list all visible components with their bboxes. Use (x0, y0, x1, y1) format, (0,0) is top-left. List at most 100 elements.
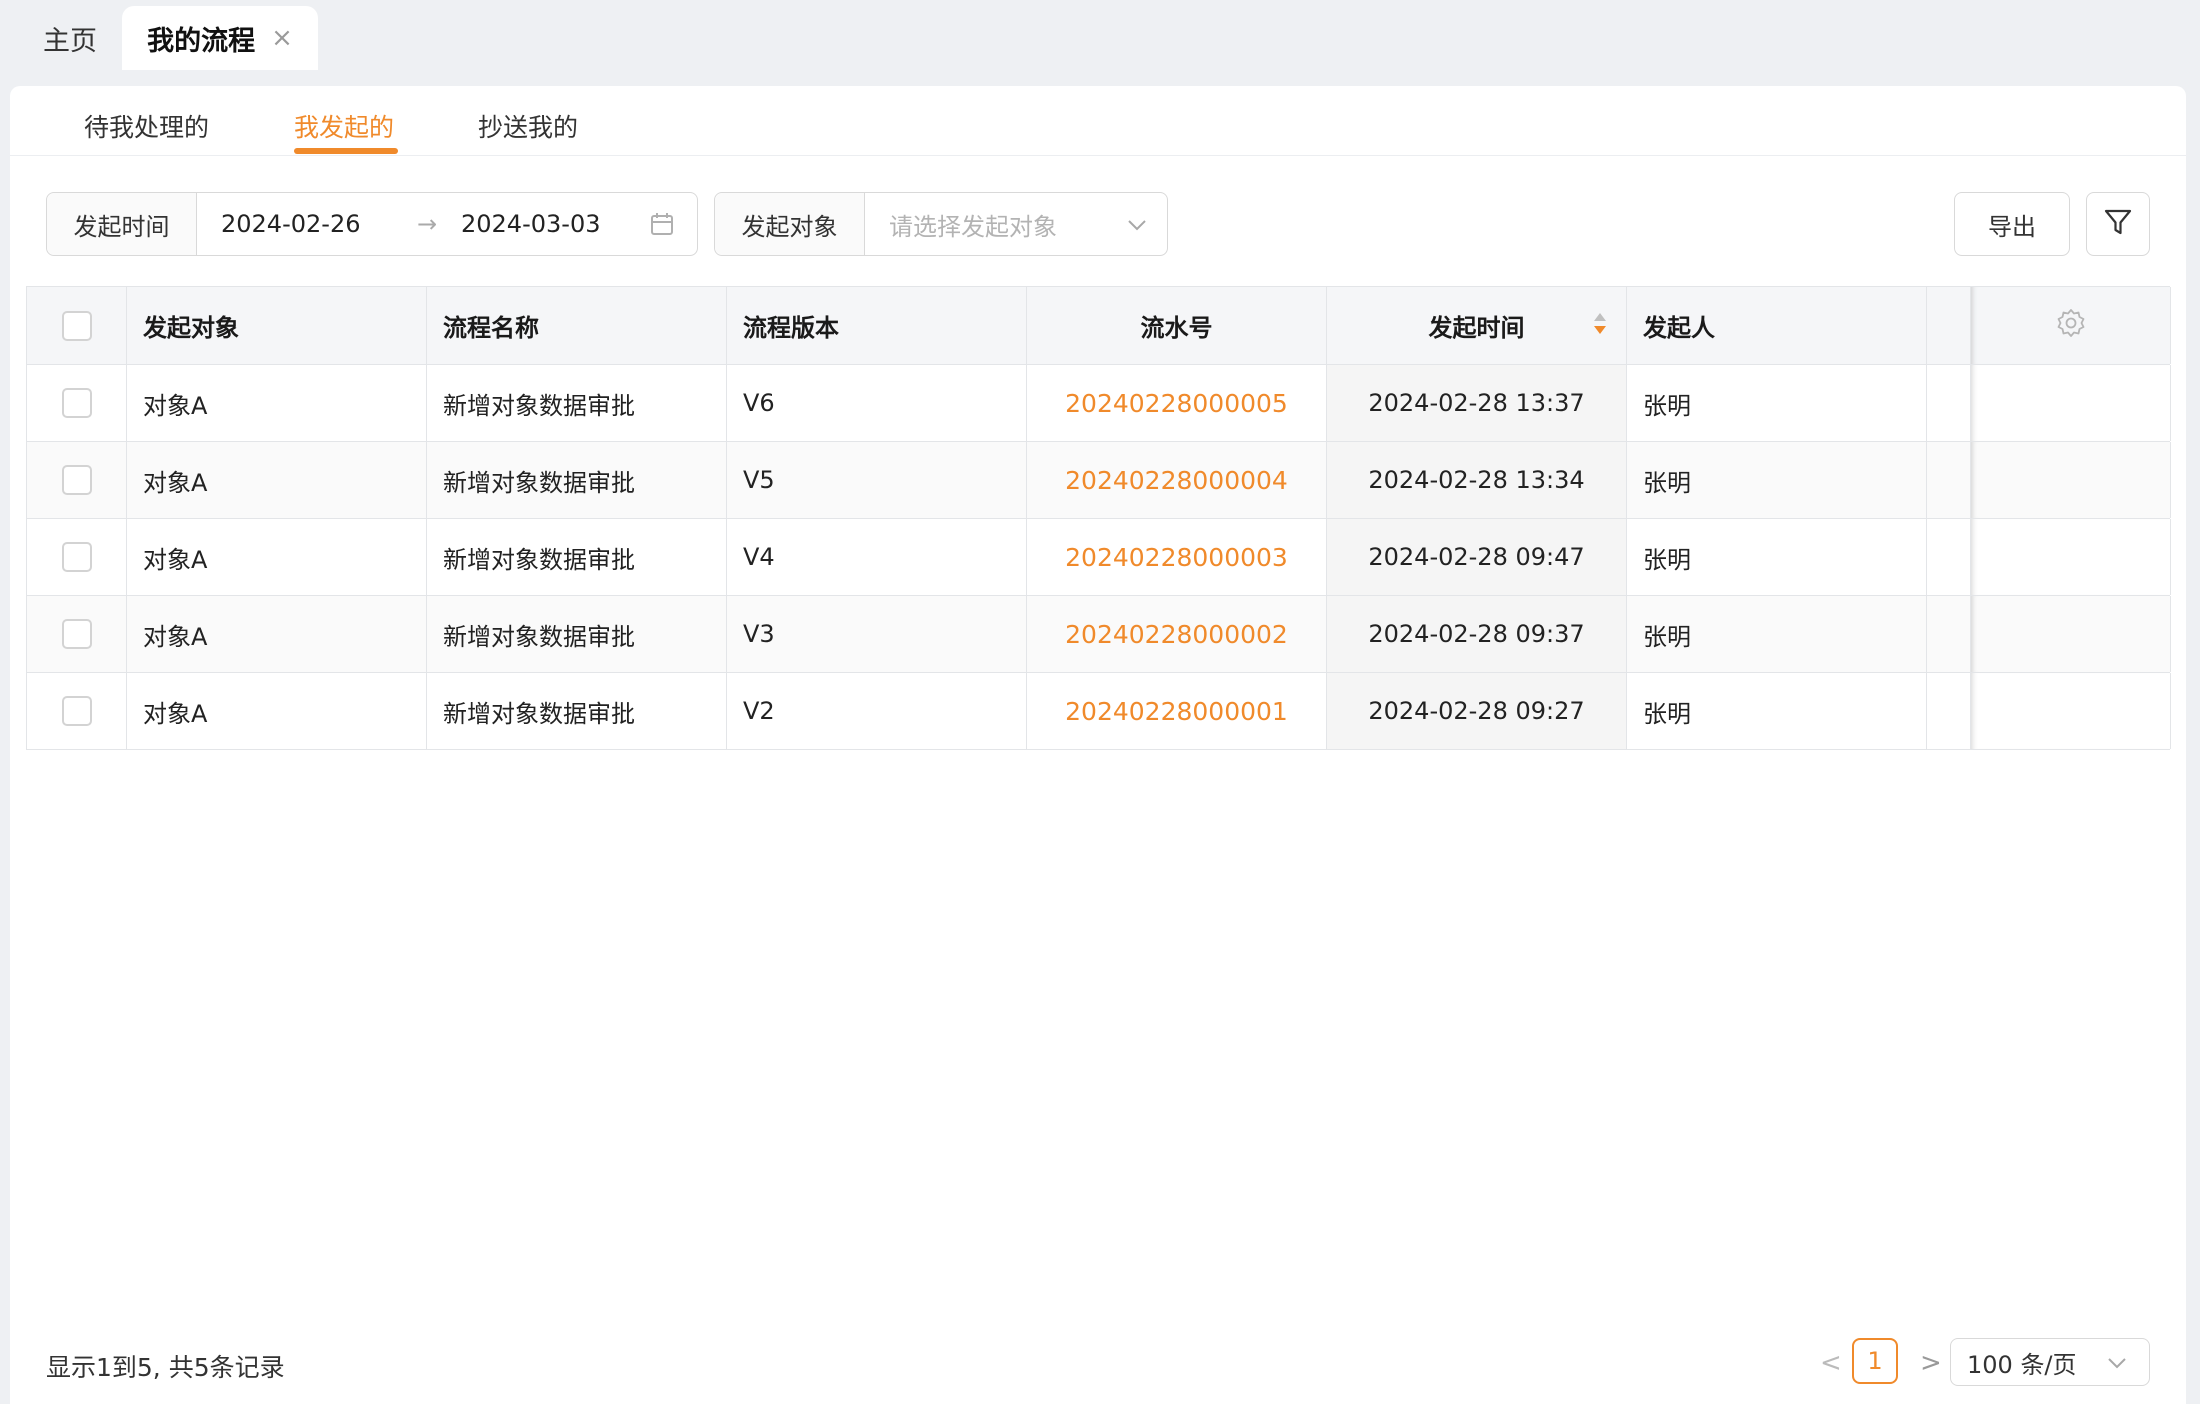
cell-serial: 20240228000004 (1027, 442, 1327, 518)
page-tab-bar: 主页 我的流程 × (0, 0, 2200, 70)
serial-link[interactable]: 20240228000003 (1065, 543, 1288, 572)
serial-link[interactable]: 20240228000001 (1065, 697, 1288, 726)
date-end-input[interactable]: 2024-03-03 (461, 210, 600, 238)
tab-cc-to-me[interactable]: 抄送我的 (478, 108, 578, 144)
header-time-cell[interactable]: 发起时间 (1327, 287, 1627, 364)
serial-link[interactable]: 20240228000005 (1065, 389, 1288, 418)
record-count-info: 显示1到5, 共5条记录 (46, 1353, 285, 1382)
pagination-prev-button[interactable]: < (1820, 1348, 1842, 1378)
serial-link[interactable]: 20240228000004 (1065, 466, 1288, 495)
row-checkbox[interactable] (61, 542, 92, 572)
page-tab-my-process-label: 我的流程 (147, 25, 256, 57)
select-all-cell (27, 287, 127, 364)
cell-serial: 20240228000003 (1027, 519, 1327, 595)
header-object: 发起对象 (127, 287, 427, 364)
row-checkbox[interactable] (61, 696, 92, 726)
cell-name: 新增对象数据审批 (427, 673, 727, 749)
cell-object: 对象A (127, 673, 427, 749)
serial-link[interactable]: 20240228000002 (1065, 620, 1288, 649)
cell-serial: 20240228000001 (1027, 673, 1327, 749)
cell-spacer (1927, 596, 1971, 672)
cell-actions (1971, 596, 2171, 672)
date-start-input[interactable]: 2024-02-26 (221, 210, 360, 238)
cell-object: 对象A (127, 596, 427, 672)
page-size-value: 100 条/页 (1967, 1350, 2077, 1379)
cell-name: 新增对象数据审批 (427, 596, 727, 672)
cell-serial: 20240228000005 (1027, 365, 1327, 441)
cell-actions (1971, 442, 2171, 518)
select-all-checkbox[interactable] (61, 310, 92, 341)
chevron-down-icon[interactable] (1125, 213, 1149, 241)
pagination-page-1[interactable]: 1 (1852, 1338, 1898, 1384)
cell-time: 2024-02-28 13:37 (1327, 365, 1627, 441)
date-range-arrow: → (417, 210, 438, 238)
header-name: 流程名称 (427, 287, 727, 364)
header-serial: 流水号 (1027, 287, 1327, 364)
export-button-label: 导出 (1988, 212, 2036, 241)
settings-gear-icon[interactable] (2055, 307, 2087, 345)
cell-time: 2024-02-28 09:27 (1327, 673, 1627, 749)
cell-version: V6 (727, 365, 1027, 441)
header-spacer (1927, 287, 1971, 364)
cell-time: 2024-02-28 09:47 (1327, 519, 1627, 595)
cell-object: 对象A (127, 365, 427, 441)
table-row[interactable]: 对象A 新增对象数据审批 V5 20240228000004 2024-02-2… (27, 442, 2171, 519)
row-checkbox[interactable] (61, 619, 92, 649)
pagination-next-button[interactable]: > (1920, 1348, 1942, 1378)
row-select-cell (27, 673, 127, 749)
sort-icon[interactable] (1592, 311, 1608, 343)
table-row[interactable]: 对象A 新增对象数据审批 V4 20240228000003 2024-02-2… (27, 519, 2171, 596)
cell-spacer (1927, 365, 1971, 441)
column-settings-cell (1971, 287, 2171, 364)
chevron-down-icon (2105, 1351, 2129, 1381)
page-tab-home[interactable]: 主页 (22, 6, 118, 70)
table-row[interactable]: 对象A 新增对象数据审批 V6 20240228000005 2024-02-2… (27, 365, 2171, 442)
cell-version: V5 (727, 442, 1027, 518)
row-checkbox[interactable] (61, 388, 92, 418)
cell-initiator: 张明 (1627, 673, 1927, 749)
row-checkbox[interactable] (61, 465, 92, 495)
date-range-filter[interactable]: 发起时间 2024-02-26 → 2024-03-03 (46, 192, 698, 256)
table-row[interactable]: 对象A 新增对象数据审批 V3 20240228000002 2024-02-2… (27, 596, 2171, 673)
header-initiator: 发起人 (1627, 287, 1927, 364)
filter-button[interactable] (2086, 192, 2150, 256)
cell-object: 对象A (127, 519, 427, 595)
row-select-cell (27, 365, 127, 441)
row-select-cell (27, 442, 127, 518)
cell-version: V4 (727, 519, 1027, 595)
cell-version: V3 (727, 596, 1027, 672)
row-select-cell (27, 596, 127, 672)
cell-spacer (1927, 519, 1971, 595)
cell-actions (1971, 519, 2171, 595)
export-button[interactable]: 导出 (1954, 192, 2070, 256)
sub-tab-bar: 待我处理的 我发起的 抄送我的 (10, 86, 2186, 156)
object-select-placeholder[interactable]: 请选择发起对象 (889, 207, 1057, 242)
cell-serial: 20240228000002 (1027, 596, 1327, 672)
close-icon[interactable]: × (271, 23, 293, 53)
cell-actions (1971, 365, 2171, 441)
cell-actions (1971, 673, 2171, 749)
process-table: 发起对象 流程名称 流程版本 流水号 发起时间 发起人 对象A 新增对象数据审批… (26, 286, 2171, 750)
cell-spacer (1927, 442, 1971, 518)
main-card: 待我处理的 我发起的 抄送我的 发起时间 2024-02-26 → 2024-0… (10, 86, 2186, 1404)
cell-name: 新增对象数据审批 (427, 519, 727, 595)
cell-initiator: 张明 (1627, 596, 1927, 672)
tab-initiated-by-me[interactable]: 我发起的 (294, 108, 394, 144)
cell-time: 2024-02-28 09:37 (1327, 596, 1627, 672)
cell-spacer (1927, 673, 1971, 749)
table-row[interactable]: 对象A 新增对象数据审批 V2 20240228000001 2024-02-2… (27, 673, 2171, 750)
page-size-select[interactable]: 100 条/页 (1950, 1338, 2150, 1386)
calendar-icon[interactable] (649, 211, 675, 241)
cell-name: 新增对象数据审批 (427, 442, 727, 518)
cell-name: 新增对象数据审批 (427, 365, 727, 441)
cell-time: 2024-02-28 13:34 (1327, 442, 1627, 518)
row-select-cell (27, 519, 127, 595)
date-filter-label: 发起时间 (47, 193, 197, 255)
object-select-filter[interactable]: 发起对象 请选择发起对象 (714, 192, 1168, 256)
table-header-row: 发起对象 流程名称 流程版本 流水号 发起时间 发起人 (27, 287, 2171, 365)
tab-pending-for-me[interactable]: 待我处理的 (84, 108, 209, 144)
header-time: 发起时间 (1428, 314, 1525, 342)
cell-initiator: 张明 (1627, 519, 1927, 595)
page-tab-my-process[interactable]: 我的流程 × (122, 6, 318, 70)
header-version: 流程版本 (727, 287, 1027, 364)
